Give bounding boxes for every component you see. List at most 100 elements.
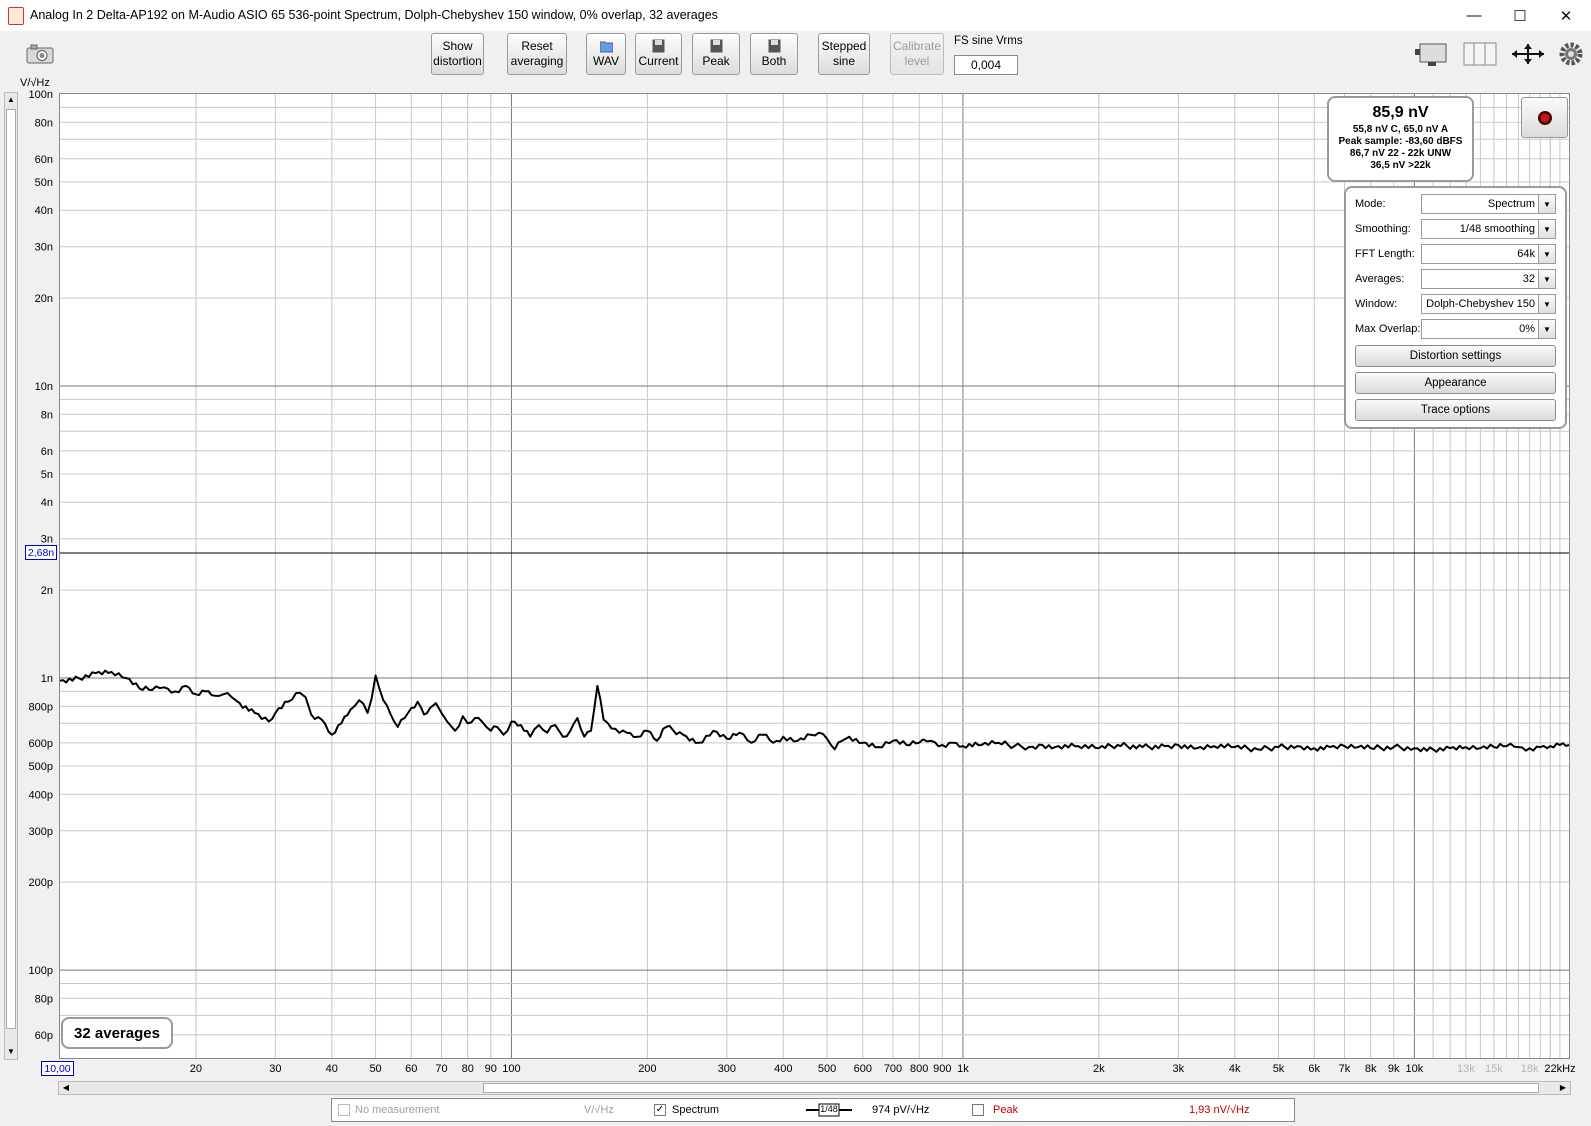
y-tick-label: 500p [29,761,53,773]
chevron-down-icon[interactable]: ▼ [1538,270,1555,288]
y-tick-label: 800p [29,701,53,713]
x-tick-label: 800 [910,1063,928,1075]
above-22k-level: 36,5 nV >22k [1370,160,1431,171]
y-tick-label: 8n [41,409,53,421]
y-tick-label: 10n [35,381,53,393]
peak-checkbox[interactable] [972,1104,984,1116]
horizontal-scroll-thumb[interactable] [483,1083,1539,1093]
x-tick-label: 18k [1521,1063,1539,1075]
x-tick-label: 7k [1339,1063,1351,1075]
averages-badge: 32 averages [61,1017,173,1049]
y-tick-label: 50n [35,177,53,189]
x-tick-label: 2k [1093,1063,1105,1075]
x-tick-label: 22kHz [1544,1063,1575,1075]
y-tick-label: 40n [35,205,53,217]
x-tick-label: 200 [638,1063,656,1075]
setting-dropdown[interactable]: 32 ▼ [1421,269,1556,289]
x-tick-label: 20 [190,1063,202,1075]
y-tick-label: 100p [29,965,53,977]
fs-sine-vrms-input[interactable] [954,55,1018,75]
setting-dropdown[interactable]: Spectrum ▼ [1421,194,1556,214]
setting-dropdown-value: Dolph-Chebyshev 150 [1426,298,1535,310]
appearance-button[interactable]: Appearance [1355,372,1556,394]
x-tick-label: 50 [369,1063,381,1075]
chevron-down-icon[interactable]: ▼ [1538,220,1555,238]
x-axis: 20 30 40 50 60 70 80 90 100 200 300 400 500 600 700 800… [190,1063,1576,1075]
panels-icon[interactable] [1463,42,1497,66]
y-tick-label: 300p [29,826,53,838]
stepped-sine-button[interactable]: Stepped sine [818,33,870,75]
chevron-down-icon[interactable]: ▼ [1538,320,1555,338]
distortion-settings-button[interactable]: Distortion settings [1355,345,1556,367]
save-current-button[interactable]: Current [635,33,682,75]
folder-icon [599,41,613,53]
x-tick-label: 300 [718,1063,736,1075]
setting-dropdown-value: 32 [1522,273,1535,285]
wav-button[interactable]: WAV [586,33,626,75]
chevron-down-icon[interactable]: ▼ [1538,245,1555,263]
x-tick-label: 9k [1388,1063,1400,1075]
minimize-button[interactable]: — [1451,0,1497,31]
setting-dropdown[interactable]: 64k ▼ [1421,244,1556,264]
plot-canvas [60,94,1569,1058]
y-tick-label: 3n [41,534,53,546]
x-tick-label: 10k [1406,1063,1424,1075]
trace-options-button[interactable]: Trace options [1355,399,1556,421]
peak-sample: Peak sample: -83,60 dBFS [1338,136,1463,147]
setting-dropdown[interactable]: 0% ▼ [1421,319,1556,339]
y-tick-label: 400p [29,789,53,801]
setting-dropdown-value: 0% [1519,323,1535,335]
window-title: Analog In 2 Delta-AP192 on M-Audio ASIO … [30,8,718,22]
pan-zoom-arrows-icon[interactable] [1510,42,1546,66]
show-distortion-button[interactable]: Show distortion [431,33,484,75]
calibrate-level-button[interactable]: Calibrate level [890,33,944,75]
scroll-right-arrow-icon[interactable]: ▶ [1556,1082,1570,1094]
x-tick-label: 4k [1229,1063,1241,1075]
y-tick-label: 80n [35,117,53,129]
chevron-down-icon[interactable]: ▼ [1538,195,1555,213]
x-tick-label: 5k [1273,1063,1285,1075]
chevron-down-icon[interactable]: ▼ [1538,295,1555,313]
scroll-left-arrow-icon[interactable]: ◀ [59,1082,73,1094]
x-tick-label: 30 [269,1063,281,1075]
y-tick-label: 60p [35,1030,53,1042]
spectrum-trace [60,669,1569,753]
peak-label: Peak [993,1104,1019,1116]
horizontal-scrollbar[interactable]: ◀ ▶ [58,1081,1571,1095]
x-tick-label: 600 [854,1063,872,1075]
x-start-value[interactable]: 10,00 [41,1061,74,1076]
y-tick-label: 5n [41,469,53,481]
layout-icon[interactable] [1414,40,1450,68]
x-tick-label: 80 [462,1063,474,1075]
setting-dropdown-value: 1/48 smoothing [1459,223,1535,235]
trace-line-swatch[interactable]: 1/48 [806,1102,852,1118]
setting-dropdown[interactable]: Dolph-Chebyshev 150 ▼ [1421,294,1556,314]
floppy-disk-icon [768,39,780,53]
level-readout-panel: 85,9 nV 55,8 nV C, 65,0 nV A Peak sample… [1327,96,1474,182]
y-tick-label: 600p [29,738,53,750]
x-tick-label: 13k [1457,1063,1475,1075]
record-button[interactable] [1521,97,1568,138]
y-tick-label: 6n [41,446,53,458]
save-both-button[interactable]: Both [750,33,798,75]
spectrum-label: Spectrum [672,1104,720,1116]
x-tick-label: 1k [957,1063,969,1075]
setting-dropdown[interactable]: 1/48 smoothing ▼ [1421,219,1556,239]
reset-averaging-button[interactable]: Reset averaging [507,33,567,75]
y-tick-label: 2n [41,585,53,597]
close-button[interactable]: ✕ [1543,0,1589,31]
gear-icon[interactable] [1558,41,1584,67]
y-axis: 100n 80n 60n 50n 40n 30n 20n 10n 8n 6n 5n 4n 3n 2n 1n 8… [29,89,53,1042]
save-peak-button[interactable]: Peak [692,33,740,75]
setting-label: FFT Length: [1355,248,1415,260]
spectrum-checkbox[interactable]: ✓ [654,1104,666,1116]
no-measurement-checkbox[interactable] [338,1104,350,1116]
setting-label: Mode: [1355,198,1386,210]
y-tick-label: 20n [35,293,53,305]
level-marker-value[interactable]: 2,68n [25,545,57,560]
setting-label: Max Overlap: [1355,323,1421,335]
x-tick-label: 70 [435,1063,447,1075]
maximize-button[interactable]: ☐ [1497,0,1543,31]
setting-dropdown-value: 64k [1517,248,1535,260]
x-tick-label: 6k [1308,1063,1320,1075]
